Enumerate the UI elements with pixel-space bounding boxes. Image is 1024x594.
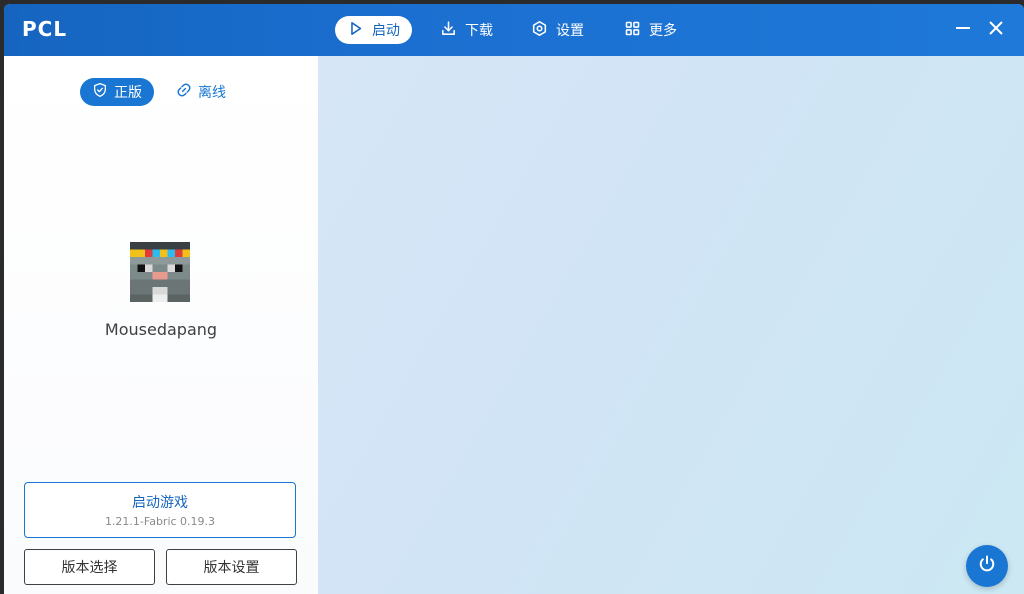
launch-version-label: 1.21.1-Fabric 0.19.3 [104, 515, 216, 528]
minimize-button[interactable] [951, 18, 975, 42]
version-select-button[interactable]: 版本选择 [24, 549, 155, 585]
launch-game-button[interactable]: 启动游戏 1.21.1-Fabric 0.19.3 [24, 482, 296, 538]
tab-settings-label: 设置 [556, 23, 584, 39]
play-icon [347, 20, 364, 41]
tab-launch-label: 启动 [372, 23, 400, 39]
power-button[interactable] [966, 545, 1008, 587]
player-skin-head-icon [130, 242, 190, 302]
gear-icon [531, 20, 548, 41]
auth-official-label: 正版 [114, 85, 142, 101]
title-bar: PCL 启动 下载 设置 更多 [4, 4, 1024, 56]
tab-download[interactable]: 下载 [428, 16, 505, 44]
player-username: Mousedapang [104, 320, 218, 339]
tab-more[interactable]: 更多 [612, 16, 689, 44]
close-button[interactable] [984, 18, 1008, 42]
app-window: PCL 启动 下载 设置 更多 正版 离线 Mousedapang 启动游戏 1… [4, 4, 1024, 594]
grid-icon [624, 20, 641, 41]
shield-check-icon [92, 82, 108, 102]
download-icon [440, 20, 457, 41]
launch-game-label: 启动游戏 [132, 495, 188, 511]
auth-offline-label: 离线 [198, 85, 226, 101]
power-icon [977, 554, 997, 578]
minimize-icon [955, 20, 971, 40]
tab-settings[interactable]: 设置 [519, 16, 596, 44]
auth-offline-tab[interactable]: 离线 [164, 78, 238, 106]
tab-more-label: 更多 [649, 23, 677, 39]
launch-sidebar: 正版 离线 Mousedapang 启动游戏 1.21.1-Fabric 0.1… [4, 56, 318, 594]
tab-download-label: 下载 [465, 23, 493, 39]
link-icon [176, 82, 192, 102]
version-settings-button[interactable]: 版本设置 [166, 549, 297, 585]
close-icon [988, 20, 1004, 40]
tab-launch[interactable]: 启动 [335, 16, 412, 44]
main-content-area [318, 56, 1024, 594]
app-logo: PCL [22, 17, 68, 41]
auth-official-tab[interactable]: 正版 [80, 78, 154, 106]
